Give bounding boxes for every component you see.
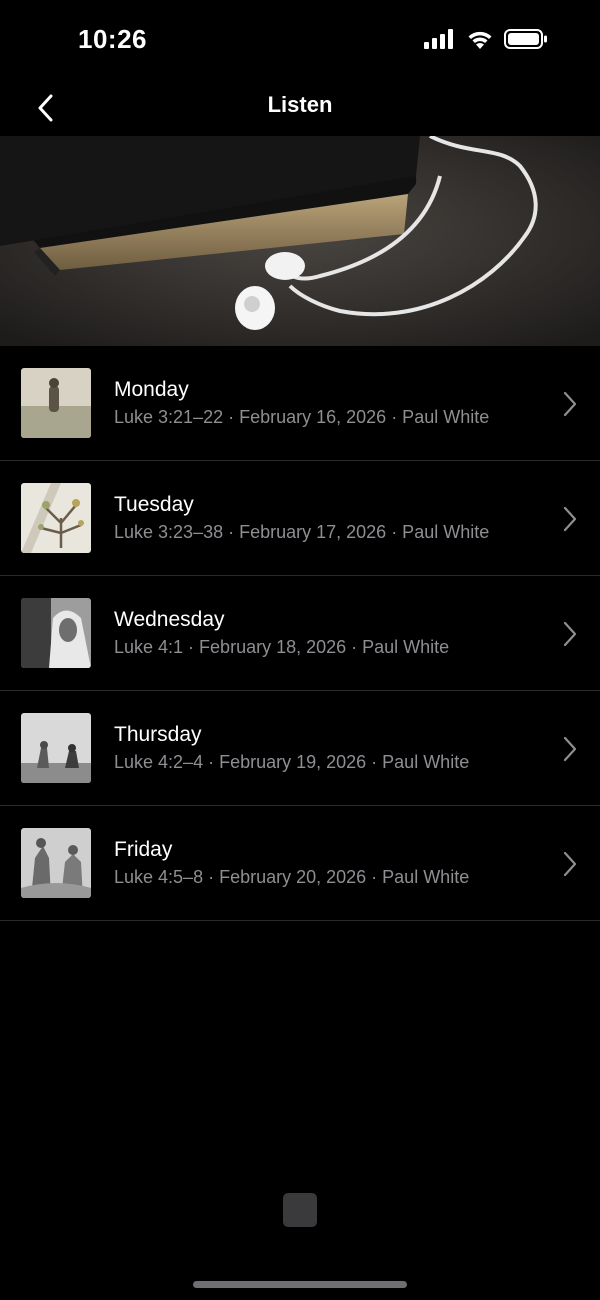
- chevron-right-icon: [563, 391, 577, 417]
- status-time: 10:26: [78, 24, 147, 54]
- temptation-image: [21, 713, 91, 783]
- item-title: Monday: [114, 378, 189, 401]
- wifi-icon: [468, 31, 492, 49]
- chevron-right-icon: [563, 736, 577, 762]
- list-item-tuesday[interactable]: Tuesday Luke 3:23–38 · February 17, 2026…: [0, 461, 600, 576]
- chevron-right-icon: [563, 621, 577, 647]
- status-bar: 10:26: [0, 0, 600, 80]
- list-item-thursday[interactable]: Thursday Luke 4:2–4 · February 19, 2026 …: [0, 691, 600, 806]
- chevron-right-icon: [563, 851, 577, 877]
- mini-player-placeholder[interactable]: [283, 1193, 317, 1227]
- list-item-monday[interactable]: Monday Luke 3:21–22 · February 16, 2026 …: [0, 346, 600, 461]
- page-title: Listen: [267, 92, 333, 117]
- hero-image: [0, 136, 600, 346]
- item-subtitle: Luke 3:23–38 · February 17, 2026 · Paul …: [114, 522, 490, 542]
- baptism-image: [21, 368, 91, 438]
- bible-with-earbuds-image: [0, 136, 600, 346]
- item-title: Thursday: [114, 723, 202, 746]
- item-title: Wednesday: [114, 608, 225, 631]
- episode-thumbnail: [21, 368, 91, 438]
- episode-thumbnail: [21, 598, 91, 668]
- list-item-friday[interactable]: Friday Luke 4:5–8 · February 20, 2026 · …: [0, 806, 600, 921]
- home-indicator[interactable]: [193, 1281, 407, 1288]
- status-icons: [424, 28, 548, 50]
- nav-bar: Listen: [0, 80, 600, 136]
- episode-thumbnail: [21, 713, 91, 783]
- cellular-signal-icon: [424, 29, 453, 49]
- item-subtitle: Luke 4:1 · February 18, 2026 · Paul Whit…: [114, 637, 450, 657]
- item-subtitle: Luke 4:5–8 · February 20, 2026 · Paul Wh…: [114, 867, 470, 887]
- item-subtitle: Luke 4:2–4 · February 19, 2026 · Paul Wh…: [114, 752, 470, 772]
- jesus-portrait-image: [21, 598, 91, 668]
- list-item-wednesday[interactable]: Wednesday Luke 4:1 · February 18, 2026 ·…: [0, 576, 600, 691]
- episode-thumbnail: [21, 828, 91, 898]
- chevron-right-icon: [563, 506, 577, 532]
- family-tree-image: [21, 483, 91, 553]
- battery-icon: [504, 29, 547, 49]
- episode-list: Monday Luke 3:21–22 · February 16, 2026 …: [0, 346, 600, 921]
- engraving-image: [21, 828, 91, 898]
- item-title: Friday: [114, 838, 173, 861]
- item-subtitle: Luke 3:21–22 · February 16, 2026 · Paul …: [114, 407, 490, 427]
- episode-thumbnail: [21, 483, 91, 553]
- item-title: Tuesday: [114, 493, 194, 516]
